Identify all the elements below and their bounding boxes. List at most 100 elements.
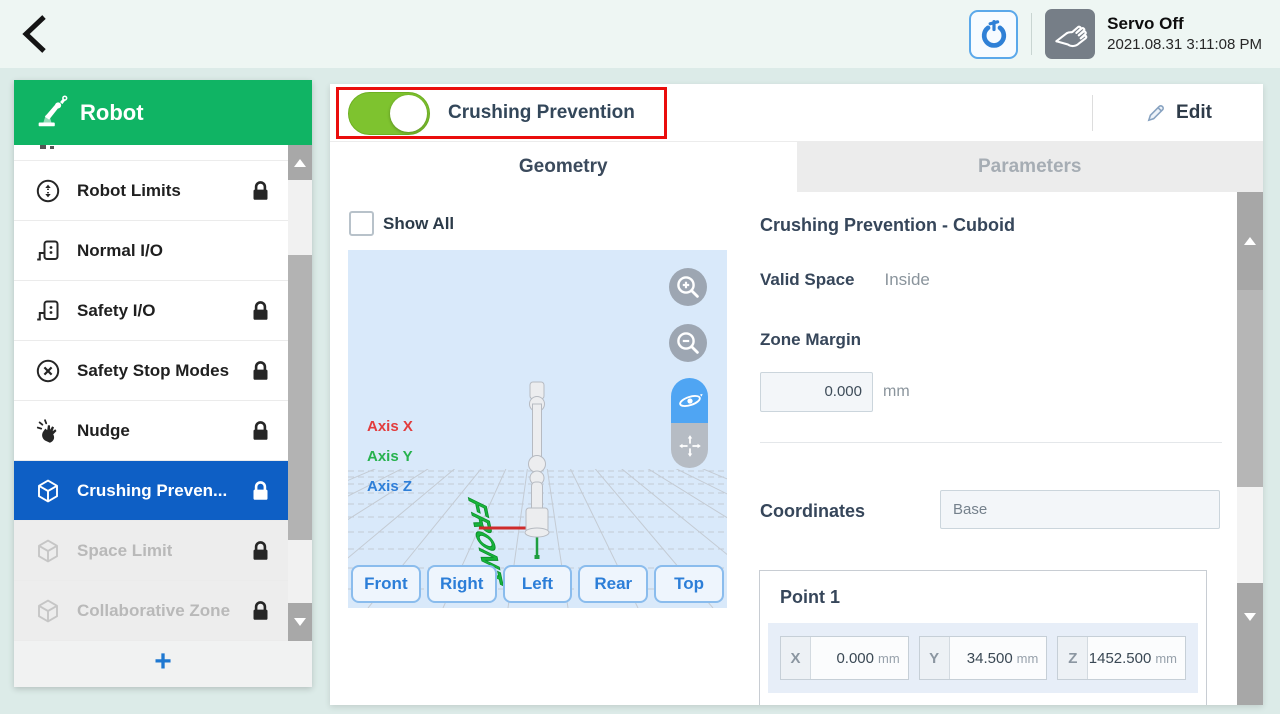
axis-z-label: Axis Z (367, 478, 412, 495)
sidebar-item-label: Crushing Preven... (77, 481, 227, 501)
collision-status-button[interactable] (969, 10, 1018, 59)
3d-viewport[interactable]: FRONT Axis X Axis Y Axis Z (348, 250, 727, 608)
pencil-icon (1144, 101, 1168, 125)
tab-bar: Geometry Parameters (330, 142, 1263, 192)
zoom-in-icon (673, 272, 703, 302)
view-left-button[interactable]: Left (503, 565, 573, 603)
fragment-mark (50, 146, 54, 149)
top-right-cluster: Servo Off 2021.08.31 3:11:08 PM (969, 0, 1262, 68)
sidebar-item-safety-io[interactable]: Safety I/O (14, 281, 288, 341)
lock-icon (251, 180, 270, 202)
scroll-down-button[interactable] (288, 603, 312, 641)
io-icon (33, 236, 63, 266)
pan-arrows-icon (677, 433, 703, 459)
zone-margin-input[interactable]: 0.000 (760, 372, 873, 412)
sidebar: Robot Robot Limits (14, 80, 312, 687)
edit-label: Edit (1176, 102, 1212, 124)
servo-status-title: Servo Off (1107, 13, 1262, 34)
sidebar-item-label: Collaborative Zone (77, 601, 230, 621)
view-right-button[interactable]: Right (427, 565, 497, 603)
open-ring-icon (978, 18, 1010, 50)
field-unit: mm (1155, 651, 1177, 666)
lock-icon (251, 360, 270, 382)
lock-icon (251, 480, 270, 502)
point-z-field[interactable]: Z 1452.500 mm (1057, 636, 1186, 680)
sidebar-item-collaborative-zone[interactable]: Collaborative Zone (14, 581, 288, 641)
plus-icon: + (154, 647, 172, 677)
pan-mode-button[interactable] (671, 423, 708, 468)
orbit-icon (676, 387, 704, 415)
field-unit: mm (1017, 651, 1039, 666)
field-value: 34.500 (967, 650, 1013, 667)
cube-icon (33, 476, 63, 506)
sidebar-item-safety-stop-modes[interactable]: Safety Stop Modes (14, 341, 288, 401)
app-window: Servo Off 2021.08.31 3:11:08 PM Robot (0, 0, 1280, 714)
lock-icon (251, 540, 270, 562)
sidebar-header: Robot (14, 80, 312, 145)
view-rear-button[interactable]: Rear (578, 565, 648, 603)
point-x-field[interactable]: X 0.000 mm (780, 636, 909, 680)
show-all-label: Show All (383, 214, 454, 234)
field-value: 0.000 (836, 650, 874, 667)
scroll-up-icon (1244, 237, 1256, 245)
orbit-mode-button[interactable] (671, 378, 708, 423)
valid-space-value: Inside (885, 270, 930, 290)
robot-limits-icon (33, 176, 63, 206)
scrollbar-thumb[interactable] (1237, 290, 1263, 487)
add-item-button[interactable]: + (14, 641, 312, 687)
coordinates-select[interactable]: Base (940, 490, 1220, 529)
scroll-down-button[interactable] (1237, 583, 1263, 705)
back-chevron-icon (16, 12, 56, 56)
coordinates-label: Coordinates (760, 501, 865, 522)
scroll-down-icon (294, 618, 306, 626)
zone-margin-unit: mm (883, 372, 910, 412)
scroll-up-button[interactable] (1237, 192, 1263, 290)
checkbox-icon (349, 211, 374, 236)
sidebar-item-space-limit[interactable]: Space Limit (14, 521, 288, 581)
hand-icon (1050, 14, 1090, 54)
zoom-in-button[interactable] (669, 268, 707, 306)
axis-y-label: Axis Y (367, 448, 413, 465)
main-header: Crushing Prevention Edit (330, 84, 1263, 142)
zoom-out-button[interactable] (669, 324, 707, 362)
sidebar-item-label: Normal I/O (77, 241, 163, 261)
sidebar-item-label: Nudge (77, 421, 130, 441)
clipped-item-fragment (14, 145, 288, 161)
stop-modes-icon (33, 356, 63, 386)
scrollbar-track (1237, 487, 1263, 583)
view-front-button[interactable]: Front (351, 565, 421, 603)
sidebar-item-normal-io[interactable]: Normal I/O (14, 221, 288, 281)
zone-margin-label: Zone Margin (760, 330, 861, 350)
details-title: Crushing Prevention - Cuboid (760, 215, 1015, 236)
sidebar-title: Robot (80, 100, 144, 126)
point-y-field[interactable]: Y 34.500 mm (919, 636, 1048, 680)
point-title: Point 1 (780, 587, 840, 608)
lock-icon (251, 300, 270, 322)
sidebar-item-label: Robot Limits (77, 181, 181, 201)
tab-geometry[interactable]: Geometry (330, 142, 797, 192)
edit-button[interactable]: Edit (1093, 84, 1263, 142)
io-icon (33, 296, 63, 326)
robot-arm-icon (32, 94, 70, 132)
scroll-up-button[interactable] (288, 145, 312, 180)
main-panel: Crushing Prevention Edit Geometry Parame… (330, 84, 1263, 705)
topbar-divider (1031, 13, 1032, 55)
highlight-annotation-box (336, 87, 667, 139)
view-control-pill (671, 378, 708, 468)
show-all-checkbox[interactable]: Show All (349, 211, 454, 236)
scroll-down-icon (1244, 613, 1256, 621)
scrollbar-thumb[interactable] (288, 255, 312, 540)
tab-parameters[interactable]: Parameters (797, 142, 1264, 192)
sidebar-item-crushing-prevention[interactable]: Crushing Preven... (14, 461, 288, 521)
cube-icon (33, 596, 63, 626)
sidebar-item-nudge[interactable]: Nudge (14, 401, 288, 461)
field-axis-label: Z (1058, 637, 1088, 679)
servo-status: Servo Off 2021.08.31 3:11:08 PM (1107, 13, 1262, 55)
lock-icon (251, 420, 270, 442)
view-top-button[interactable]: Top (654, 565, 724, 603)
back-button[interactable] (16, 12, 56, 56)
valid-space-label: Valid Space (760, 270, 855, 290)
sidebar-item-robot-limits[interactable]: Robot Limits (14, 161, 288, 221)
details-scrollbar (1237, 192, 1263, 705)
hand-guide-icon (1045, 9, 1095, 59)
